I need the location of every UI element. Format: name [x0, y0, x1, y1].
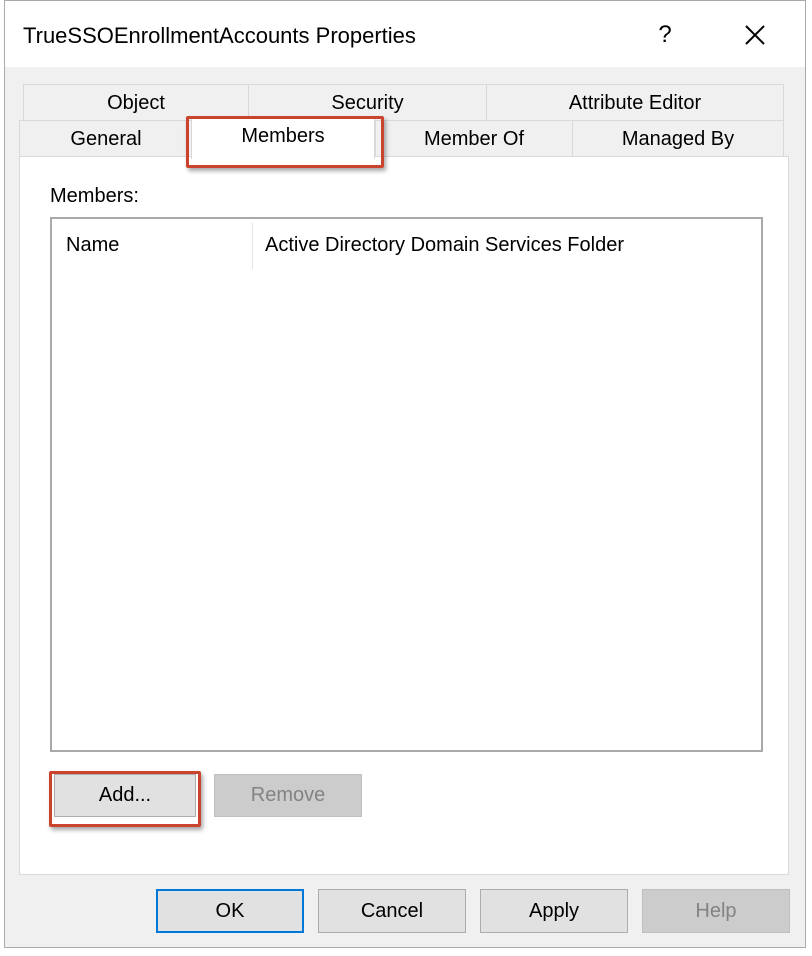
title-bar: TrueSSOEnrollmentAccounts Properties ? — [5, 1, 805, 67]
dialog-title: TrueSSOEnrollmentAccounts Properties — [23, 23, 416, 48]
members-label: Members: — [50, 185, 139, 207]
close-icon — [745, 25, 765, 45]
remove-button[interactable]: Remove — [214, 774, 362, 817]
ok-button[interactable]: OK — [156, 889, 304, 933]
column-divider[interactable] — [252, 223, 253, 269]
tab-general[interactable]: General — [19, 120, 193, 157]
members-list[interactable]: Name Active Directory Domain Services Fo… — [50, 217, 763, 752]
tab-member-of[interactable]: Member Of — [375, 120, 573, 157]
column-header-folder[interactable]: Active Directory Domain Services Folder — [265, 219, 624, 271]
tab-attribute-editor[interactable]: Attribute Editor — [486, 84, 784, 121]
cancel-button[interactable]: Cancel — [318, 889, 466, 933]
members-tab-panel: Members: Name Active Directory Domain Se… — [19, 156, 789, 875]
tab-managed-by[interactable]: Managed By — [572, 120, 784, 157]
properties-dialog: TrueSSOEnrollmentAccounts Properties ? O… — [4, 0, 806, 948]
add-button[interactable]: Add... — [54, 774, 196, 817]
column-header-name[interactable]: Name — [66, 219, 119, 271]
help-dialog-button[interactable]: Help — [642, 889, 790, 933]
apply-button[interactable]: Apply — [480, 889, 628, 933]
tab-members[interactable]: Members — [191, 116, 375, 159]
close-button[interactable] — [735, 15, 775, 55]
help-button[interactable]: ? — [645, 15, 685, 55]
